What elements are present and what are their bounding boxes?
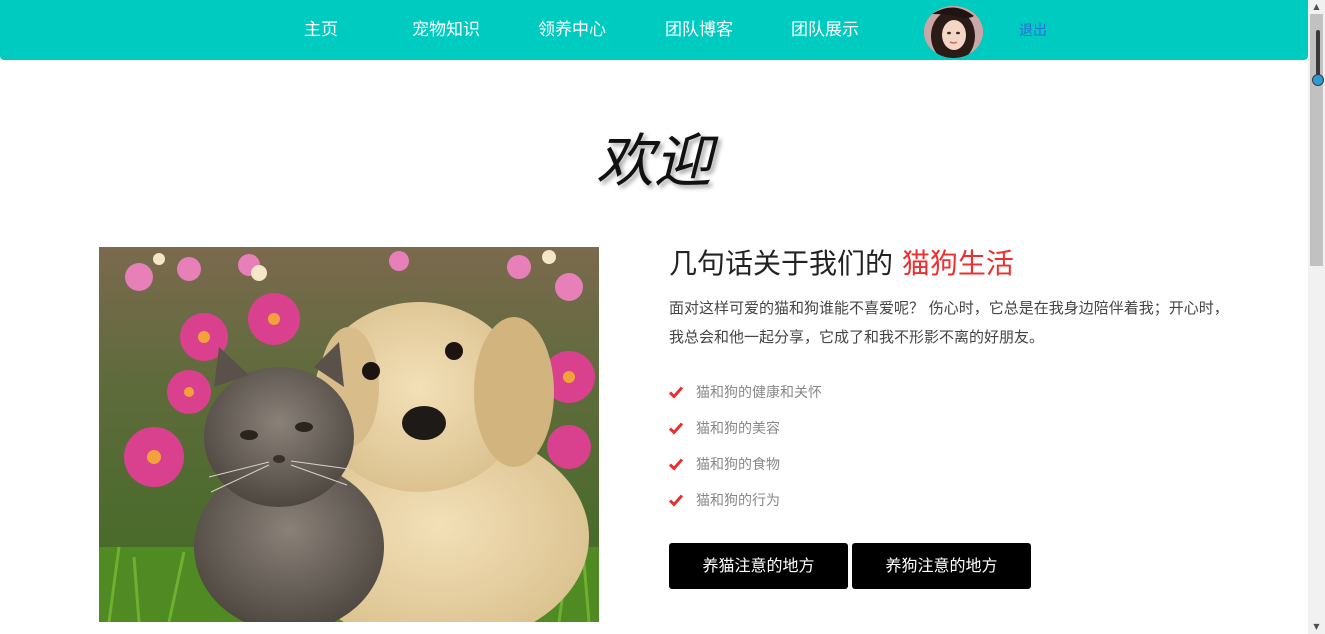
nav-item-pet-knowledge[interactable]: 宠物知识	[412, 19, 480, 41]
dog-care-button[interactable]: 养狗注意的地方	[852, 543, 1031, 589]
logout-link[interactable]: 退出	[1019, 22, 1047, 40]
user-avatar[interactable]	[924, 6, 983, 58]
feature-label: 猫和狗的食物	[696, 457, 780, 473]
page: 主页 宠物知识 领养中心 团队博客 团队展示 退出 ▲ ▼ 欢迎 几句话关于我们…	[0, 0, 1325, 634]
nav-item-home[interactable]: 主页	[304, 19, 338, 41]
scroll-thermometer-icon	[1312, 30, 1324, 86]
avatar-image	[924, 6, 983, 58]
scroll-up-icon[interactable]: ▲	[1308, 0, 1325, 14]
about-title-prefix: 几句话关于我们的	[669, 247, 902, 280]
check-icon	[669, 386, 683, 399]
cat-care-button[interactable]: 养猫注意的地方	[669, 543, 848, 589]
nav-item-adoption-center[interactable]: 领养中心	[538, 19, 606, 41]
feature-item: 猫和狗的健康和关怀	[669, 374, 822, 410]
feature-item: 猫和狗的美容	[669, 410, 822, 446]
check-icon	[669, 458, 683, 471]
about-paragraph: 面对这样可爱的猫和狗谁能不喜爱呢？ 伤心时，它总是在我身边陪伴着我；开心时，我总…	[669, 299, 1229, 346]
about-title: 几句话关于我们的 猫狗生活	[669, 244, 1014, 284]
feature-label: 猫和狗的美容	[696, 421, 780, 437]
about-title-accent: 猫狗生活	[901, 247, 1014, 280]
nav-item-team-blog[interactable]: 团队博客	[665, 19, 733, 41]
page-scrollbar[interactable]: ▲ ▼	[1308, 0, 1325, 634]
scroll-down-icon[interactable]: ▼	[1308, 620, 1325, 634]
feature-item: 猫和狗的行为	[669, 482, 822, 518]
feature-item: 猫和狗的食物	[669, 446, 822, 482]
check-icon	[669, 422, 683, 435]
check-icon	[669, 494, 683, 507]
cat-and-dog-photo	[99, 247, 599, 622]
nav-item-team-showcase[interactable]: 团队展示	[791, 19, 859, 41]
feature-list: 猫和狗的健康和关怀 猫和狗的美容 猫和狗的食物 猫和狗的行为	[669, 374, 822, 518]
feature-label: 猫和狗的行为	[696, 493, 780, 509]
welcome-heading: 欢迎	[595, 127, 712, 195]
feature-label: 猫和狗的健康和关怀	[696, 385, 822, 401]
top-navbar: 主页 宠物知识 领养中心 团队博客 团队展示 退出	[0, 0, 1308, 60]
